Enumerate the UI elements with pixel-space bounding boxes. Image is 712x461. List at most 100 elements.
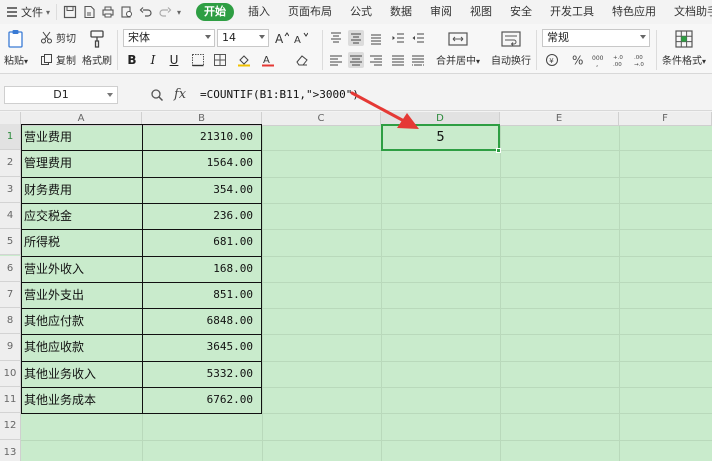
- thousands-separator-button[interactable]: 000,: [591, 52, 607, 68]
- tab-data[interactable]: 数据: [381, 0, 421, 24]
- ribbon-tabs: 开始 插入 页面布局 公式 数据 审阅 视图 安全 开发工具 特色应用 文档助手: [191, 0, 712, 24]
- font-color-button[interactable]: A: [260, 52, 276, 68]
- row-header-13[interactable]: 13: [0, 439, 21, 461]
- clear-format-button[interactable]: [294, 52, 310, 68]
- save-icon[interactable]: [63, 5, 77, 19]
- align-middle-button[interactable]: [348, 30, 364, 46]
- align-bottom-button[interactable]: [368, 30, 384, 46]
- tab-view[interactable]: 视图: [461, 0, 501, 24]
- tab-page-layout[interactable]: 页面布局: [279, 0, 341, 24]
- cell-a9[interactable]: 其他应收款: [21, 334, 142, 360]
- italic-button[interactable]: I: [146, 52, 160, 68]
- spreadsheet-grid[interactable]: A B C D E F 1 2 3 4 5 6 7 8 9 10 11 12 13 营业费用 21310.…: [0, 112, 712, 461]
- row-header-6[interactable]: 6: [0, 255, 21, 282]
- export-pdf-icon[interactable]: [82, 5, 96, 19]
- outdent-button[interactable]: [410, 30, 426, 46]
- justify-button[interactable]: [390, 52, 406, 68]
- row-header-2[interactable]: 2: [0, 150, 21, 177]
- cell-b4[interactable]: 236.00: [142, 203, 262, 229]
- row-header-1[interactable]: 1: [0, 124, 21, 151]
- cell-a3[interactable]: 财务费用: [21, 177, 142, 203]
- indent-button[interactable]: [390, 30, 406, 46]
- cell-a2[interactable]: 管理费用: [21, 150, 142, 176]
- row-header-10[interactable]: 10: [0, 360, 21, 387]
- cell-a5[interactable]: 所得税: [21, 229, 142, 255]
- print-icon[interactable]: [101, 5, 115, 19]
- increase-decimal-button[interactable]: +.0.00: [612, 52, 628, 68]
- row-header-4[interactable]: 4: [0, 202, 21, 230]
- tab-special-apps[interactable]: 特色应用: [603, 0, 665, 24]
- align-left-button[interactable]: [328, 52, 344, 68]
- merge-center-button[interactable]: 合并居中▾: [436, 24, 480, 67]
- paste-button[interactable]: 粘贴▾: [4, 24, 28, 67]
- wrap-text-button[interactable]: 自动换行: [491, 24, 531, 67]
- decrease-decimal-button[interactable]: .00 →.0: [633, 52, 649, 68]
- cell-b3[interactable]: 354.00: [142, 177, 262, 203]
- column-header-c[interactable]: C: [262, 112, 381, 126]
- cell-b6[interactable]: 168.00: [142, 256, 262, 282]
- fill-handle[interactable]: [496, 148, 501, 153]
- borders-button[interactable]: [190, 52, 206, 68]
- cell-b2[interactable]: 1564.00: [142, 150, 262, 176]
- row-header-9[interactable]: 9: [0, 334, 21, 361]
- zoom-search-icon[interactable]: [150, 88, 164, 102]
- tab-developer[interactable]: 开发工具: [541, 0, 603, 24]
- row-header-8[interactable]: 8: [0, 308, 21, 335]
- cell-d1[interactable]: 5: [381, 124, 500, 151]
- tab-security[interactable]: 安全: [501, 0, 541, 24]
- tab-home[interactable]: 开始: [196, 3, 235, 21]
- insert-function-button[interactable]: fx: [174, 87, 186, 102]
- cell-b1[interactable]: 21310.00: [142, 124, 262, 150]
- tab-insert[interactable]: 插入: [239, 0, 279, 24]
- column-header-f[interactable]: F: [619, 112, 712, 126]
- cell-a7[interactable]: 营业外支出: [21, 282, 142, 308]
- file-menu-button[interactable]: 文件 ▾: [0, 0, 56, 24]
- name-box[interactable]: D1: [4, 86, 118, 104]
- cell-b5[interactable]: 681.00: [142, 229, 262, 255]
- cut-button[interactable]: 剪切: [40, 30, 76, 45]
- font-size-select[interactable]: 14: [217, 29, 269, 47]
- conditional-format-button[interactable]: 条件格式▾: [662, 24, 706, 67]
- row-header-11[interactable]: 11: [0, 387, 21, 414]
- cell-b8[interactable]: 6848.00: [142, 308, 262, 334]
- cell-a1[interactable]: 营业费用: [21, 124, 142, 150]
- percent-button[interactable]: %: [570, 52, 586, 68]
- cell-a11[interactable]: 其他业务成本: [21, 387, 142, 413]
- cell-a6[interactable]: 营业外收入: [21, 256, 142, 282]
- copy-button[interactable]: 复制: [40, 52, 76, 67]
- tab-doc-assistant[interactable]: 文档助手: [665, 0, 712, 24]
- cell-b7[interactable]: 851.00: [142, 282, 262, 308]
- undo-icon[interactable]: [139, 5, 153, 19]
- formula-input[interactable]: =COUNTIF(B1:B11,">3000"): [200, 88, 359, 101]
- cell-a10[interactable]: 其他业务收入: [21, 361, 142, 387]
- cell-a4[interactable]: 应交税金: [21, 203, 142, 229]
- cell-b9[interactable]: 3645.00: [142, 334, 262, 360]
- align-right-button[interactable]: [368, 52, 384, 68]
- align-center-button[interactable]: [348, 52, 364, 68]
- row-header-5[interactable]: 5: [0, 229, 21, 256]
- row-header-3[interactable]: 3: [0, 176, 21, 203]
- redo-icon[interactable]: [158, 5, 172, 19]
- cell-b11[interactable]: 6762.00: [142, 387, 262, 413]
- format-painter-button[interactable]: 格式刷: [82, 24, 112, 67]
- tab-formulas[interactable]: 公式: [341, 0, 381, 24]
- column-header-e[interactable]: E: [500, 112, 619, 126]
- cell-b10[interactable]: 5332.00: [142, 361, 262, 387]
- tab-review[interactable]: 审阅: [421, 0, 461, 24]
- increase-font-size-button[interactable]: A: [274, 30, 290, 46]
- underline-button[interactable]: U: [167, 52, 181, 68]
- cell-style-button[interactable]: [212, 52, 228, 68]
- print-preview-icon[interactable]: [120, 5, 134, 19]
- currency-button[interactable]: ¥: [544, 52, 560, 68]
- cell-a8[interactable]: 其他应付款: [21, 308, 142, 334]
- row-header-7[interactable]: 7: [0, 281, 21, 309]
- row-header-12[interactable]: 12: [0, 413, 21, 440]
- distributed-button[interactable]: [410, 52, 426, 68]
- font-name-select[interactable]: 宋体: [123, 29, 215, 47]
- bold-button[interactable]: B: [125, 52, 139, 68]
- number-format-select[interactable]: 常规: [542, 29, 650, 47]
- decrease-font-size-button[interactable]: A: [293, 30, 309, 46]
- fill-color-button[interactable]: [236, 52, 252, 68]
- chevron-down-icon[interactable]: ▾: [177, 8, 181, 17]
- align-top-button[interactable]: [328, 30, 344, 46]
